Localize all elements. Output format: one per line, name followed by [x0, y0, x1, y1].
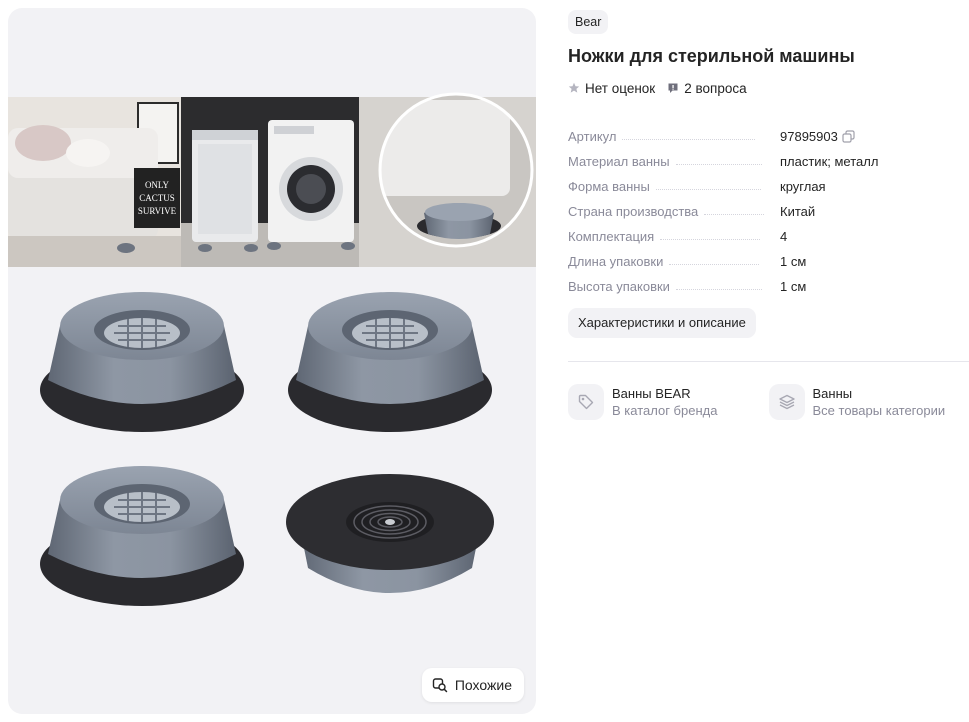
similar-button[interactable]: Похожие — [421, 668, 524, 702]
category-link[interactable]: Ванны Все товары категории — [768, 384, 969, 420]
spec-row: Длина упаковки 1 см — [568, 244, 968, 269]
poster-lettering: CACTUS — [139, 193, 175, 203]
spec-value: пластик; металл — [780, 154, 879, 169]
spec-value: 4 — [780, 229, 788, 244]
spec-label: Артикул — [568, 129, 617, 144]
link-title: Ванны BEAR — [612, 386, 691, 401]
product-meta: Нет оценок 2 вопроса — [568, 78, 968, 98]
spec-label: Страна производства — [568, 204, 699, 219]
questions-text: 2 вопроса — [684, 80, 747, 96]
foot-4 — [286, 474, 494, 593]
spec-row: Форма ванны круглая — [568, 169, 968, 194]
link-subtitle: В каталог бренда — [612, 403, 718, 418]
poster-lettering: ONLY — [145, 180, 170, 190]
rating-text: Нет оценок — [585, 80, 656, 96]
similar-label: Похожие — [454, 677, 512, 693]
foot-1 — [40, 292, 244, 432]
product-title: Ножки для стерильной машины — [568, 46, 855, 66]
spec-dots — [675, 289, 762, 290]
spec-row: Страна производства Китай — [568, 194, 968, 219]
foot-2 — [288, 292, 492, 432]
spec-dots — [675, 164, 762, 165]
spec-label: Комплектация — [568, 229, 655, 244]
star-icon — [568, 82, 580, 93]
spec-value: 97895903 — [780, 129, 855, 144]
link-subtitle: Все товары категории — [812, 403, 946, 418]
product-gallery[interactable]: ONLY CACTUS SURVIVE Похожие — [8, 8, 536, 714]
spec-row: Артикул 97895903 — [568, 119, 968, 144]
product-photo[interactable]: ONLY CACTUS SURVIVE — [8, 8, 536, 714]
spec-value: 1 см — [780, 279, 807, 294]
spec-dots — [704, 214, 765, 215]
spec-dots — [669, 264, 760, 265]
catalog-links: Ванны BEAR В каталог бренда Ванны Все то… — [568, 384, 969, 420]
spec-dots — [660, 239, 761, 240]
spec-label: Материал ванны — [568, 154, 670, 169]
questions-link[interactable]: 2 вопроса — [667, 80, 747, 96]
rating-link[interactable]: Нет оценок — [568, 81, 655, 96]
tag-icon — [568, 384, 604, 420]
spec-value: Китай — [780, 204, 816, 219]
spec-label: Форма ванны — [568, 179, 650, 194]
link-title: Ванны — [812, 386, 853, 401]
foot-3 — [40, 466, 244, 606]
layers-icon — [768, 384, 805, 420]
question-icon — [668, 83, 678, 93]
characteristics-button[interactable]: Характеристики и описание — [568, 308, 756, 338]
brand-catalog-link[interactable]: Ванны BEAR В каталог бренда — [568, 384, 769, 420]
spec-value: 1 см — [780, 254, 807, 269]
spec-dots — [655, 189, 761, 190]
spec-label: Высота упаковки — [568, 279, 670, 294]
spec-row: Материал ванны пластик; металл — [568, 144, 968, 169]
spec-row: Комплектация 4 — [568, 219, 968, 244]
product-info: Bear Ножки для стерильной машины Нет оце… — [568, 10, 969, 420]
specs-table: Артикул 97895903 Материал ванны пластик;… — [568, 119, 968, 294]
copy-icon[interactable] — [842, 130, 855, 143]
spec-dots — [622, 139, 756, 140]
poster-lettering: SURVIVE — [138, 206, 177, 216]
spec-value: круглая — [780, 179, 826, 194]
divider — [568, 361, 969, 362]
brand-chip[interactable]: Bear — [568, 10, 609, 34]
article-number: 97895903 — [780, 129, 838, 144]
spec-row: Высота упаковки 1 см — [568, 269, 968, 294]
similar-search-icon — [432, 678, 448, 693]
spec-label: Длина упаковки — [568, 254, 664, 269]
